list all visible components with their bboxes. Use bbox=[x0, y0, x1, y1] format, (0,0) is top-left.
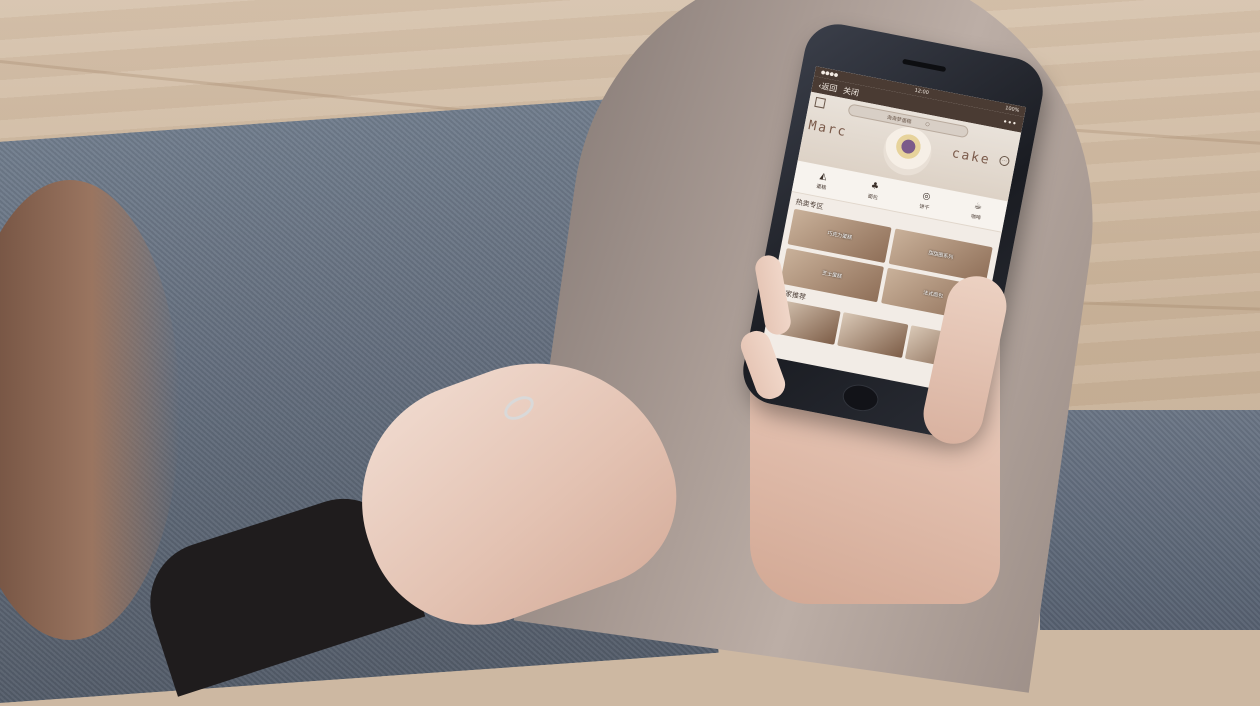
cookie-icon: ◎ bbox=[921, 191, 932, 203]
close-button[interactable]: 关闭 bbox=[842, 85, 860, 99]
category-label: 蛋糕 bbox=[815, 183, 827, 192]
product-tile-label: 巧克力蛋糕 bbox=[826, 230, 853, 242]
back-button[interactable]: ‹返回 bbox=[817, 80, 839, 94]
coffee-icon: ☕ bbox=[973, 201, 983, 213]
category-label: 咖啡 bbox=[970, 213, 982, 222]
banner-text-left: Marc bbox=[807, 118, 849, 141]
category-bread[interactable]: ♣ 面包 bbox=[866, 181, 881, 202]
gray-sofa-right bbox=[1040, 410, 1260, 630]
back-label: 返回 bbox=[820, 81, 839, 94]
category-label: 饼干 bbox=[918, 203, 930, 212]
category-cake[interactable]: ◭ 蛋糕 bbox=[815, 171, 830, 192]
ellipsis-icon[interactable]: … bbox=[998, 155, 1011, 167]
cake-image bbox=[879, 123, 936, 180]
more-menu-button[interactable]: ••• bbox=[1002, 117, 1018, 129]
search-placeholder: 海海梦蛋糕 bbox=[886, 114, 913, 125]
phone-speaker bbox=[902, 58, 947, 73]
cake-icon: ◭ bbox=[818, 171, 828, 183]
battery-level: 100% bbox=[1004, 105, 1020, 114]
category-cookie[interactable]: ◎ 饼干 bbox=[918, 191, 933, 212]
category-coffee[interactable]: ☕ 咖啡 bbox=[969, 201, 984, 222]
category-label: 面包 bbox=[867, 193, 879, 202]
product-tile-label: 芝士蛋糕 bbox=[821, 270, 843, 281]
status-time: 12:00 bbox=[913, 87, 930, 97]
bread-icon: ♣ bbox=[869, 181, 880, 193]
product-tile-label: 甜甜圈系列 bbox=[927, 250, 954, 261]
search-icon: ○ bbox=[924, 121, 931, 128]
home-button[interactable] bbox=[840, 381, 881, 415]
banner-text-right: cake bbox=[950, 145, 992, 169]
scan-icon[interactable] bbox=[814, 96, 826, 109]
